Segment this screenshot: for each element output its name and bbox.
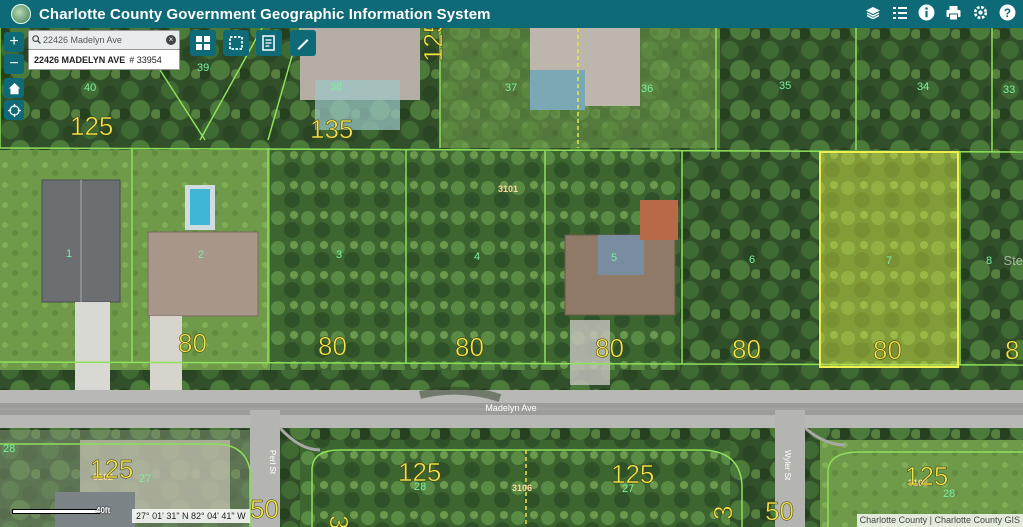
frontage-label: 125 (398, 457, 441, 487)
frontage-label: 80 (732, 334, 761, 364)
scale-bar-line (12, 509, 100, 514)
frontage-label: 50 (765, 496, 794, 526)
frontage-label: 135 (310, 114, 353, 144)
locate-button[interactable] (4, 100, 24, 120)
search-icon (29, 34, 43, 46)
help-icon[interactable]: ? (998, 3, 1017, 22)
lot-number: 28 (3, 443, 15, 455)
info-icon[interactable] (917, 3, 936, 22)
header-tools: ? (863, 3, 1017, 22)
svg-text:?: ? (1004, 7, 1011, 20)
locate-icon (7, 103, 21, 117)
lot-number: 37 (505, 82, 517, 94)
lot-number: 27 (139, 473, 151, 485)
search-result-item[interactable]: 22426 MADELYN AVE # 33954 (28, 50, 180, 70)
frontage-label: 80 (873, 335, 902, 365)
print-icon[interactable] (944, 3, 963, 22)
zoom-controls: + − (4, 32, 24, 74)
app-title: Charlotte County Government Geographic I… (39, 5, 491, 23)
frontage-label: 8 (1005, 335, 1019, 365)
lot-number: 34 (917, 81, 929, 93)
zoom-out-button[interactable]: − (4, 54, 24, 74)
result-address: 22426 MADELYN AVE (34, 54, 126, 65)
lot-number: 3 (336, 249, 342, 261)
basemap-grid-icon (196, 36, 210, 50)
zoom-in-button[interactable]: + (4, 32, 24, 52)
frontage-label: 80 (595, 333, 624, 363)
lot-number: 33 (1003, 84, 1015, 96)
frontage-label: 80 (455, 332, 484, 362)
frontage-label: 125 (611, 459, 654, 489)
scale-bar: 40ft (12, 504, 132, 516)
lot-number: 35 (779, 80, 791, 92)
lot-number: 1 (66, 248, 72, 260)
frontage-label: 80 (318, 331, 347, 361)
frontage-label: 125 (418, 28, 448, 62)
block-number: 3106 (512, 483, 532, 493)
lot-number-selected: 7 (886, 255, 892, 267)
map-canvas[interactable]: Madelyn Ave Perl St Wyler St 40 39 38 37… (0, 28, 1023, 527)
lot-number: 8 (986, 255, 992, 267)
lot-number: 2 (198, 249, 204, 261)
address-search: 22426 Madelyn Ave × 22426 MADELYN AVE # … (28, 30, 180, 70)
search-input-value: 22426 Madelyn Ave (43, 35, 122, 45)
select-box-button[interactable] (223, 30, 249, 56)
aerial-map: Madelyn Ave Perl St Wyler St 40 39 38 37… (0, 28, 1023, 527)
frontage-label: 50 (250, 494, 279, 524)
scale-bar-label: 40ft (96, 506, 111, 515)
frontage-label: 80 (178, 328, 207, 358)
coordinate-readout: 27° 01' 31" N 82° 04' 41" W (132, 509, 250, 523)
lot-number: 36 (641, 83, 653, 95)
clear-search-icon[interactable]: × (166, 35, 176, 45)
home-extent-button[interactable] (4, 78, 24, 98)
home-icon (8, 82, 20, 94)
notes-icon (262, 35, 275, 51)
app-header: Charlotte County Government Geographic I… (0, 0, 1023, 28)
select-box-icon (229, 36, 243, 50)
settings-icon[interactable] (971, 3, 990, 22)
street-label-wyler: Wyler St (783, 450, 792, 481)
lot-number: 5 (611, 252, 617, 264)
frontage-label: 125 (90, 454, 133, 484)
measure-pencil-icon (297, 39, 309, 50)
county-logo-icon (11, 4, 31, 24)
street-label-madelyn: Madelyn Ave (485, 403, 536, 413)
lot-number: 6 (749, 254, 755, 266)
frontage-label: 125 (905, 461, 948, 491)
basemap-button[interactable] (190, 30, 216, 56)
lot-number: 40 (84, 82, 96, 94)
result-zip: # 33954 (129, 54, 162, 65)
layers-icon[interactable] (863, 3, 882, 22)
street-label-perl: Perl St (268, 450, 277, 475)
measure-button[interactable] (290, 30, 316, 56)
frontage-label: 3 (324, 515, 354, 527)
lot-number: 38 (330, 81, 342, 93)
map-attribution: Charlotte County | Charlotte County GIS (856, 514, 1023, 527)
legend-list-icon[interactable] (890, 3, 909, 22)
lot-number: 39 (197, 62, 209, 74)
frontage-label: 125 (70, 111, 113, 141)
lot-number: 4 (474, 251, 480, 263)
search-input[interactable]: 22426 Madelyn Ave × (28, 30, 180, 50)
frontage-label: 3 (708, 506, 738, 520)
notes-button[interactable] (256, 30, 282, 56)
watermark-text: Ste (1003, 253, 1023, 268)
block-number: 3101 (498, 184, 518, 194)
